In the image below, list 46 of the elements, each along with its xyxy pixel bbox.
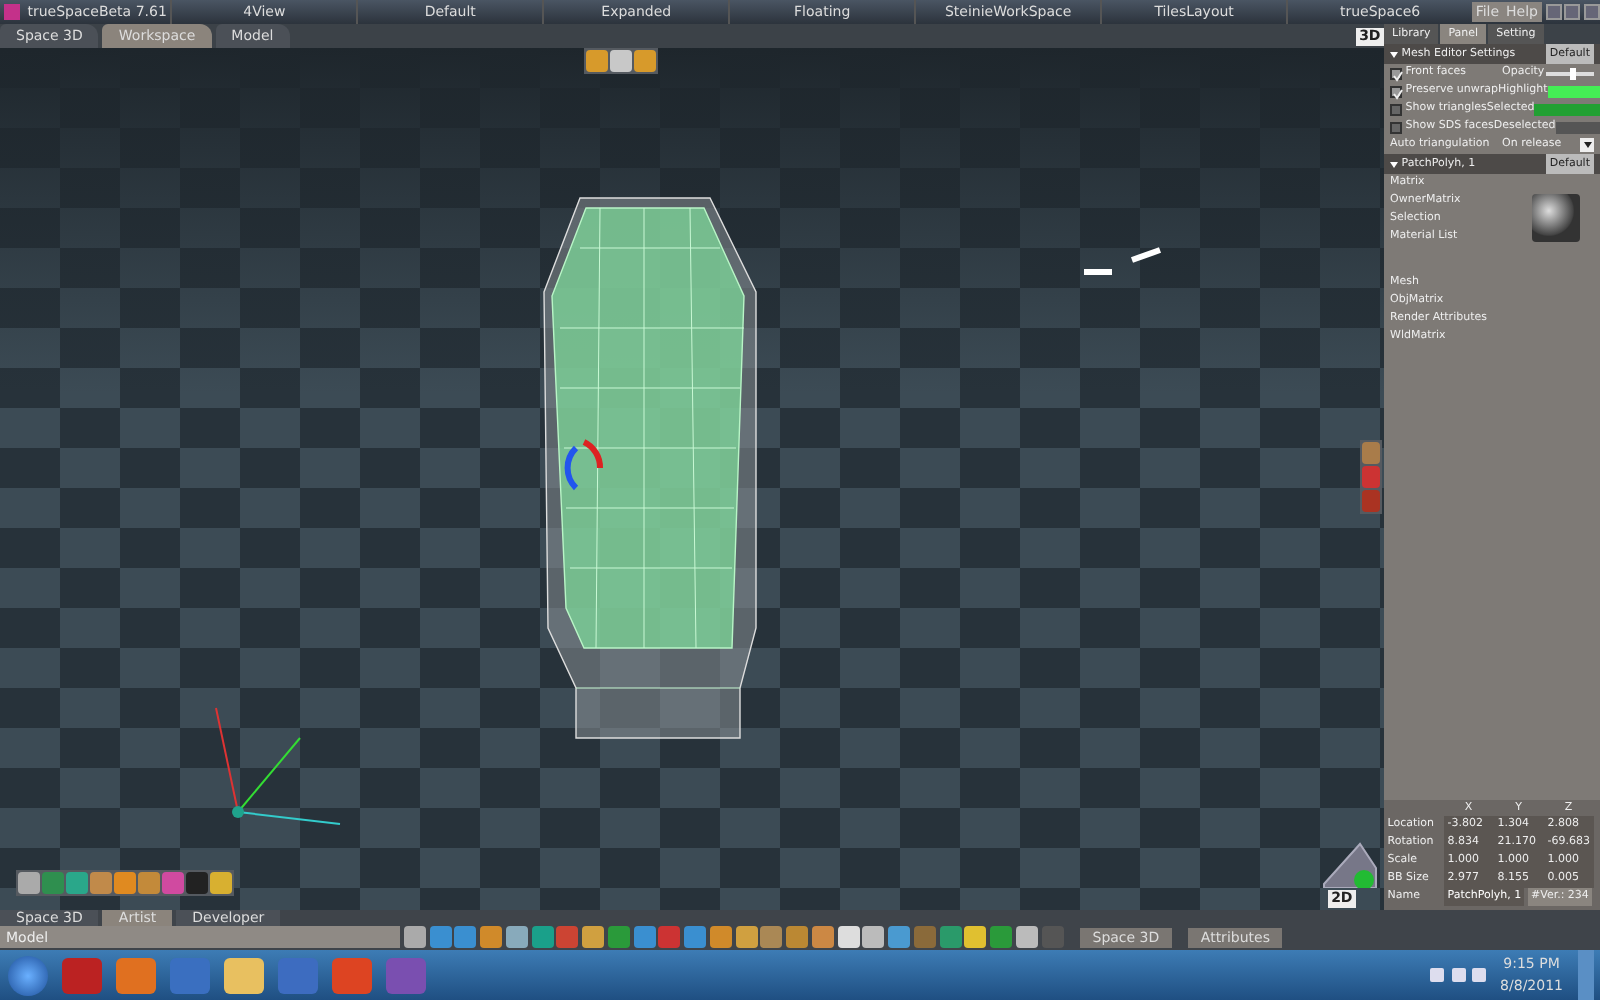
start-button[interactable] [7, 955, 47, 995]
color-swatch[interactable] [1547, 85, 1600, 97]
minimize-button[interactable] [1545, 4, 1561, 20]
tool-icon[interactable] [42, 872, 64, 894]
tool-icon[interactable] [610, 50, 632, 72]
tool-icon[interactable] [138, 872, 160, 894]
taskbar-app-icon[interactable] [61, 957, 101, 993]
toolbar-icon[interactable] [735, 926, 757, 948]
tool-icon[interactable] [634, 50, 656, 72]
toolbar-icon[interactable] [531, 926, 553, 948]
tool-icon[interactable] [586, 50, 608, 72]
toolbar-icon[interactable] [709, 926, 732, 948]
navigation-cube-icon[interactable] [1323, 842, 1377, 888]
dropdown-button[interactable] [1580, 138, 1594, 152]
show-desktop-button[interactable] [1577, 950, 1593, 1000]
checkbox[interactable] [1390, 103, 1402, 115]
toolbar-icon[interactable] [403, 926, 426, 948]
close-button[interactable] [1584, 4, 1600, 20]
restore-button[interactable] [1564, 4, 1581, 20]
toolbar-icon[interactable] [862, 926, 885, 948]
checkbox[interactable] [1390, 67, 1402, 79]
toolbar-icon[interactable] [1015, 926, 1038, 948]
tool-icon[interactable] [114, 872, 136, 894]
color-swatch[interactable] [1534, 103, 1600, 115]
taskbar-app-icon[interactable] [115, 957, 155, 993]
toolbar-icon[interactable] [837, 926, 859, 948]
tool-icon[interactable] [1362, 442, 1380, 464]
toolbar-icon[interactable] [505, 926, 528, 948]
collapse-arrow-icon[interactable] [1390, 51, 1398, 57]
tool-icon[interactable] [186, 872, 208, 894]
toolbar-icon[interactable] [964, 926, 987, 948]
tool-icon[interactable] [90, 872, 112, 894]
collapse-arrow-icon[interactable] [1390, 161, 1398, 167]
taskbar-app-icon[interactable] [223, 957, 263, 993]
gizmo-icon[interactable] [564, 439, 603, 490]
checkbox[interactable] [1390, 85, 1402, 97]
tool-icon[interactable] [162, 872, 184, 894]
slider-thumb[interactable] [1569, 67, 1576, 79]
tool-icon[interactable] [66, 872, 88, 894]
checkbox[interactable] [1390, 121, 1402, 133]
toolbar-icon[interactable] [760, 926, 783, 948]
app-logo-icon [4, 4, 20, 20]
tool-icon[interactable] [210, 872, 232, 894]
toolbar-icon[interactable] [811, 926, 834, 948]
tool-icon[interactable] [18, 872, 40, 894]
axis-icon [215, 707, 341, 825]
